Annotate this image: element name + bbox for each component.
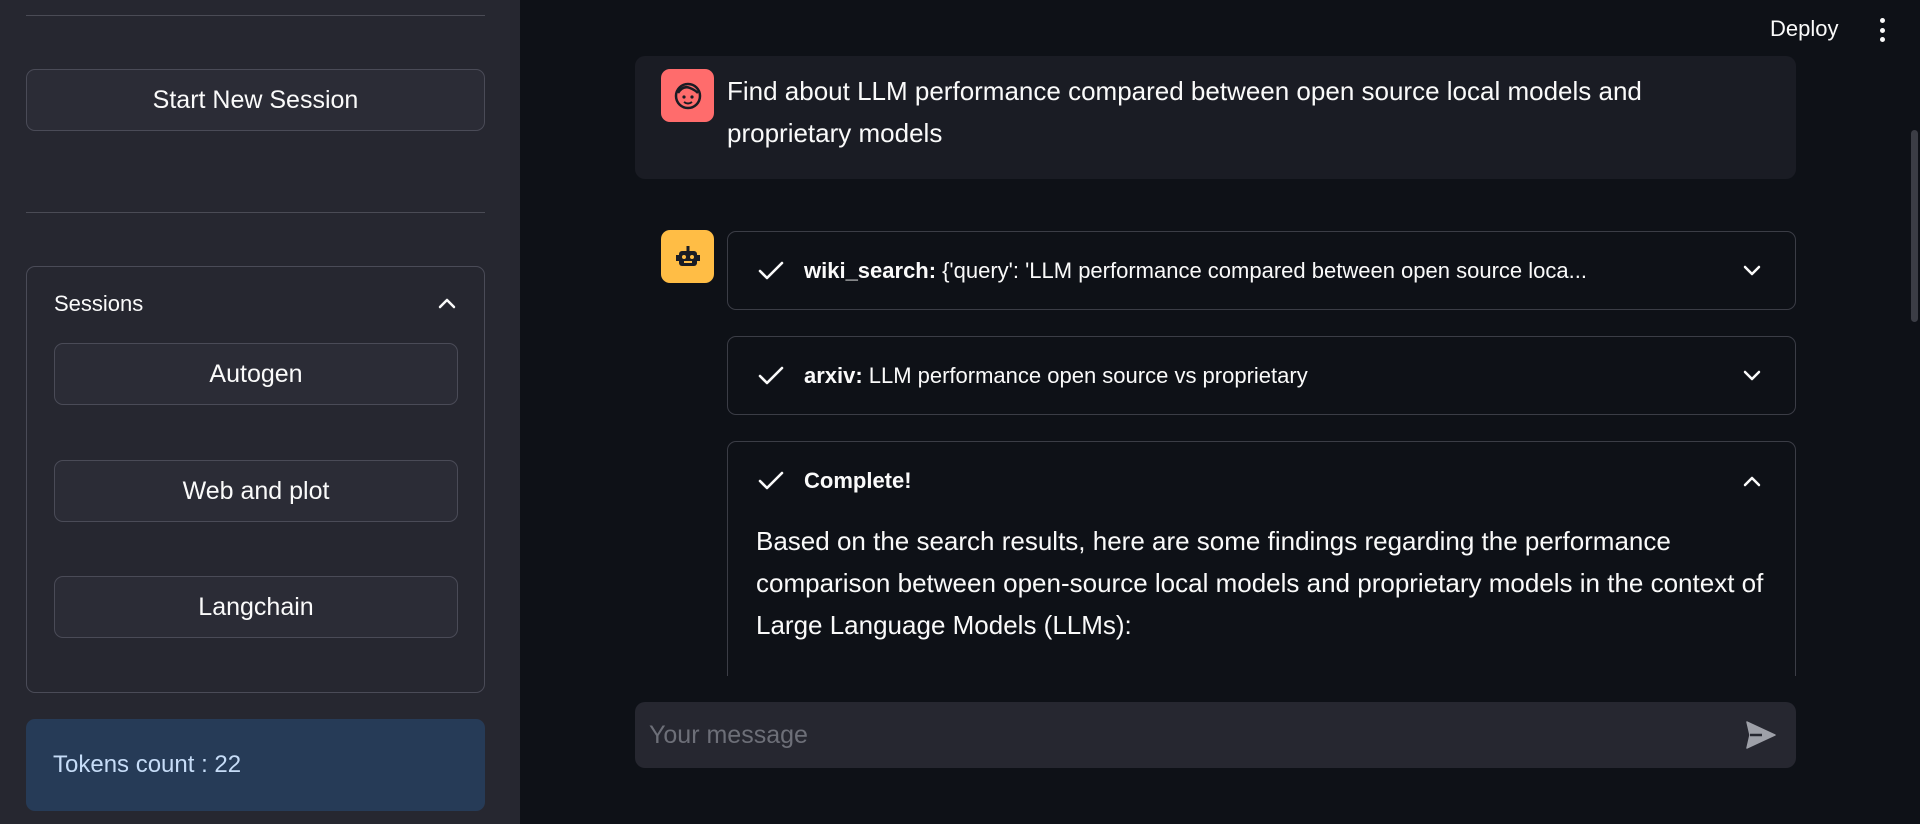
user-message-text: Find about LLM performance compared betw…: [727, 76, 1642, 148]
chevron-down-icon[interactable]: [1743, 265, 1761, 277]
start-new-session-button[interactable]: Start New Session: [26, 69, 485, 131]
tool-step-arxiv[interactable]: arxiv: LLM performance open source vs pr…: [727, 336, 1796, 415]
tool-step-complete[interactable]: Complete! Based on the search results, h…: [727, 441, 1796, 676]
tool-name: wiki_search:: [804, 258, 937, 283]
sidebar-divider: [26, 212, 485, 213]
sessions-title[interactable]: Sessions: [54, 291, 143, 317]
complete-label: Complete!: [804, 468, 912, 493]
sidebar: Start New Session Sessions Autogen Web a…: [0, 0, 520, 824]
user-avatar: [661, 69, 714, 122]
check-icon: [758, 366, 784, 385]
tool-name: arxiv:: [804, 363, 863, 388]
kebab-menu-icon[interactable]: [1876, 18, 1888, 42]
sessions-expander: Sessions Autogen Web and plot Langchain: [26, 266, 485, 693]
tool-step-header[interactable]: wiki_search: {'query': 'LLM performance …: [758, 232, 1587, 310]
deploy-button[interactable]: Deploy: [1770, 16, 1838, 42]
session-button-web-and-plot[interactable]: Web and plot: [54, 460, 458, 522]
check-icon: [758, 261, 784, 280]
tool-detail: LLM performance open source vs proprieta…: [868, 363, 1308, 388]
scrollbar[interactable]: [1911, 130, 1918, 322]
tokens-count-badge: Tokens count : 22: [26, 719, 485, 811]
send-icon[interactable]: [1745, 720, 1777, 750]
sidebar-divider: [26, 15, 485, 16]
tool-step-header[interactable]: arxiv: LLM performance open source vs pr…: [758, 337, 1308, 415]
chevron-up-icon[interactable]: [438, 297, 456, 309]
chat-message-input[interactable]: [635, 702, 1796, 768]
face-icon: [674, 82, 701, 109]
tool-step-wiki-search[interactable]: wiki_search: {'query': 'LLM performance …: [727, 231, 1796, 310]
tool-detail: {'query': 'LLM performance compared betw…: [942, 258, 1587, 283]
assistant-answer-text: Based on the search results, here are so…: [756, 526, 1764, 640]
chevron-up-icon[interactable]: [1743, 475, 1761, 487]
robot-icon: [675, 245, 700, 266]
tool-step-header[interactable]: Complete!: [758, 442, 918, 520]
chevron-down-icon[interactable]: [1743, 370, 1761, 382]
bot-avatar: [661, 230, 714, 283]
check-icon: [758, 471, 784, 490]
session-button-langchain[interactable]: Langchain: [54, 576, 458, 638]
session-button-autogen[interactable]: Autogen: [54, 343, 458, 405]
